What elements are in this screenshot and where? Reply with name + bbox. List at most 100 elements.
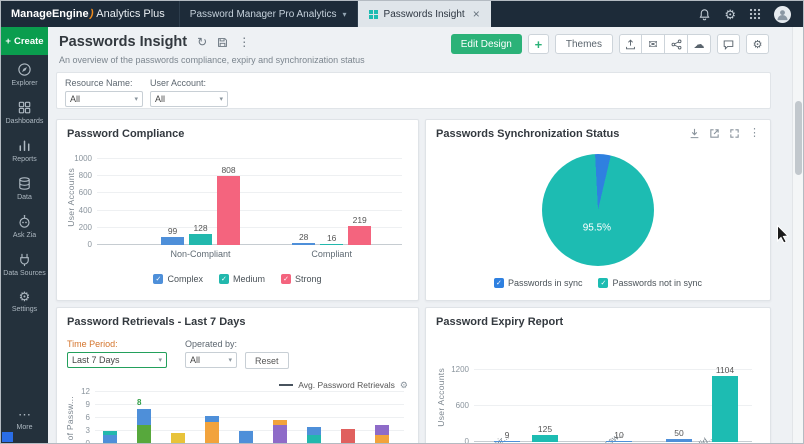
legend-item-not-in-sync[interactable]: ✓ Passwords not in sync [598,278,702,288]
dashboards-grid-icon [17,100,32,115]
settings-gear-icon[interactable]: ⚙ [724,8,736,21]
selected-value: Last 7 Days [72,355,120,365]
more-options-icon[interactable]: ⋮ [238,36,250,48]
brand-logo: ManageEngine ) Analytics Plus [1,8,175,20]
reset-button[interactable]: Reset [245,352,289,369]
user-avatar[interactable] [774,6,791,23]
create-button[interactable]: + Create [1,27,48,55]
create-label: Create [14,36,44,47]
user-account-select[interactable]: All ▾ [150,91,228,107]
publish-cloud-button[interactable]: ☁ [688,34,711,54]
close-icon[interactable]: × [473,8,480,20]
share-button[interactable] [665,34,688,54]
legend-label: Passwords in sync [508,278,583,288]
legend-check-icon: ✓ [219,274,229,284]
sidebar-item-label: Data Sources [3,270,45,277]
themes-button[interactable]: Themes [555,34,613,54]
sidebar-item-data-sources[interactable]: Data Sources [1,245,48,283]
app-window: ManageEngine ) Analytics Plus Password M… [0,0,804,444]
notifications-bell-icon[interactable] [698,8,711,21]
tab-passwords-insight[interactable]: Passwords Insight × [358,1,491,27]
fullscreen-icon[interactable] [729,128,740,139]
legend-label: Complex [167,274,203,284]
selected-value: All [155,94,165,104]
view-settings-button[interactable]: ⚙ [746,34,769,54]
open-in-new-icon[interactable] [709,128,720,139]
zia-assistant-icon [17,214,32,229]
legend-label: Strong [295,274,322,284]
chevron-down-icon: ▾ [219,95,223,103]
legend-item-strong[interactable]: ✓ Strong [281,274,322,284]
toolbar-actions: Edit Design + Themes ✉ [451,34,769,54]
gear-icon: ⚙ [19,290,31,303]
y-axis-label: No. of Passw... [65,396,75,443]
sidebar-item-data[interactable]: Data [1,169,48,207]
export-button[interactable] [619,34,642,54]
cloud-icon: ☁ [694,38,705,51]
y-axis-label: User Accounts [66,168,76,227]
vertical-scrollbar [792,27,803,443]
sidebar-item-label: Settings [12,306,37,313]
operated-by-label: Operated by: [185,339,237,349]
time-period-select[interactable]: Last 7 Days ▾ [67,352,167,368]
brand-swoosh-icon: ) [88,8,94,21]
download-icon[interactable] [689,128,700,139]
edit-design-button[interactable]: Edit Design [451,34,522,54]
chart-legend: ✓ Passwords in sync ✓ Passwords not in s… [426,278,770,288]
ellipsis-icon: ⋯ [18,408,31,421]
legend-label: Passwords not in sync [612,278,702,288]
page-subtitle: An overview of the passwords compliance,… [59,55,365,65]
legend-item-in-sync[interactable]: ✓ Passwords in sync [494,278,583,288]
sidebar-item-ask-zia[interactable]: Ask Zia [1,207,48,245]
brand-analytics-plus: Analytics Plus [96,8,164,20]
legend-item-complex[interactable]: ✓ Complex [153,274,203,284]
view-title-row: Passwords Insight ↻ ⋮ [59,34,250,50]
add-button[interactable]: + [528,34,549,54]
more-options-icon[interactable]: ⋮ [749,128,760,139]
sidebar-item-settings[interactable]: ⚙ Settings [1,283,48,319]
sidebar-item-explorer[interactable]: Explorer [1,55,48,93]
time-period-label: Time Period: [67,339,118,349]
chart-options-icon[interactable]: ⚙ [400,381,408,390]
chevron-down-icon: ▾ [228,356,232,364]
password-compliance-chart: 0200400600800100099128808Non-Compliant28… [97,159,402,245]
legend-check-icon: ✓ [153,274,163,284]
workspace-tabs: Password Manager Pro Analytics ▾ Passwor… [179,1,491,27]
dashboard-icon [369,10,378,19]
chevron-down-icon: ▾ [134,95,138,103]
user-account-filter: User Account: All ▾ [150,78,228,107]
legend-check-icon: ✓ [598,278,608,288]
tab-password-manager-pro-analytics[interactable]: Password Manager Pro Analytics ▾ [179,1,358,27]
topbar: ManageEngine ) Analytics Plus Password M… [1,1,803,27]
bar-chart-icon [17,138,32,153]
selected-value: All [190,355,200,365]
line-swatch-icon [279,384,293,386]
comments-button[interactable] [717,34,740,54]
panel-title: Password Retrievals - Last 7 Days [57,308,418,328]
email-button[interactable]: ✉ [642,34,665,54]
page-title: Passwords Insight [59,34,187,50]
main-content: Passwords Insight ↻ ⋮ An overview of the… [48,27,803,443]
recording-indicator [2,432,13,442]
legend-item-medium[interactable]: ✓ Medium [219,274,265,284]
compass-icon [17,62,32,77]
save-icon[interactable] [217,37,228,48]
operated-by-select[interactable]: All ▾ [185,352,237,368]
legend-label: Medium [233,274,265,284]
resource-name-select[interactable]: All ▾ [65,91,143,107]
sidebar-item-reports[interactable]: Reports [1,131,48,169]
apps-grid-icon[interactable] [749,8,761,20]
resource-name-filter: Resource Name: All ▾ [65,78,143,107]
plus-icon: + [5,36,11,47]
sync-status-pie-chart: 95.5% [542,154,654,266]
password-retrievals-chart: 0369128 [95,392,404,443]
refresh-icon[interactable]: ↻ [197,36,207,48]
panel-password-retrievals: Password Retrievals - Last 7 Days Time P… [56,307,419,443]
sidebar-item-dashboards[interactable]: Dashboards [1,93,48,131]
scrollbar-thumb[interactable] [795,101,802,175]
password-expiry-chart: 06001200912510501104Expir...Passw...Vali… [474,370,752,442]
sidebar-item-label: Data [17,194,32,201]
mail-icon: ✉ [648,38,657,51]
share-icon-group: ✉ ☁ [619,34,711,54]
panel-passwords-sync-status: Passwords Synchronization Status [425,119,771,301]
